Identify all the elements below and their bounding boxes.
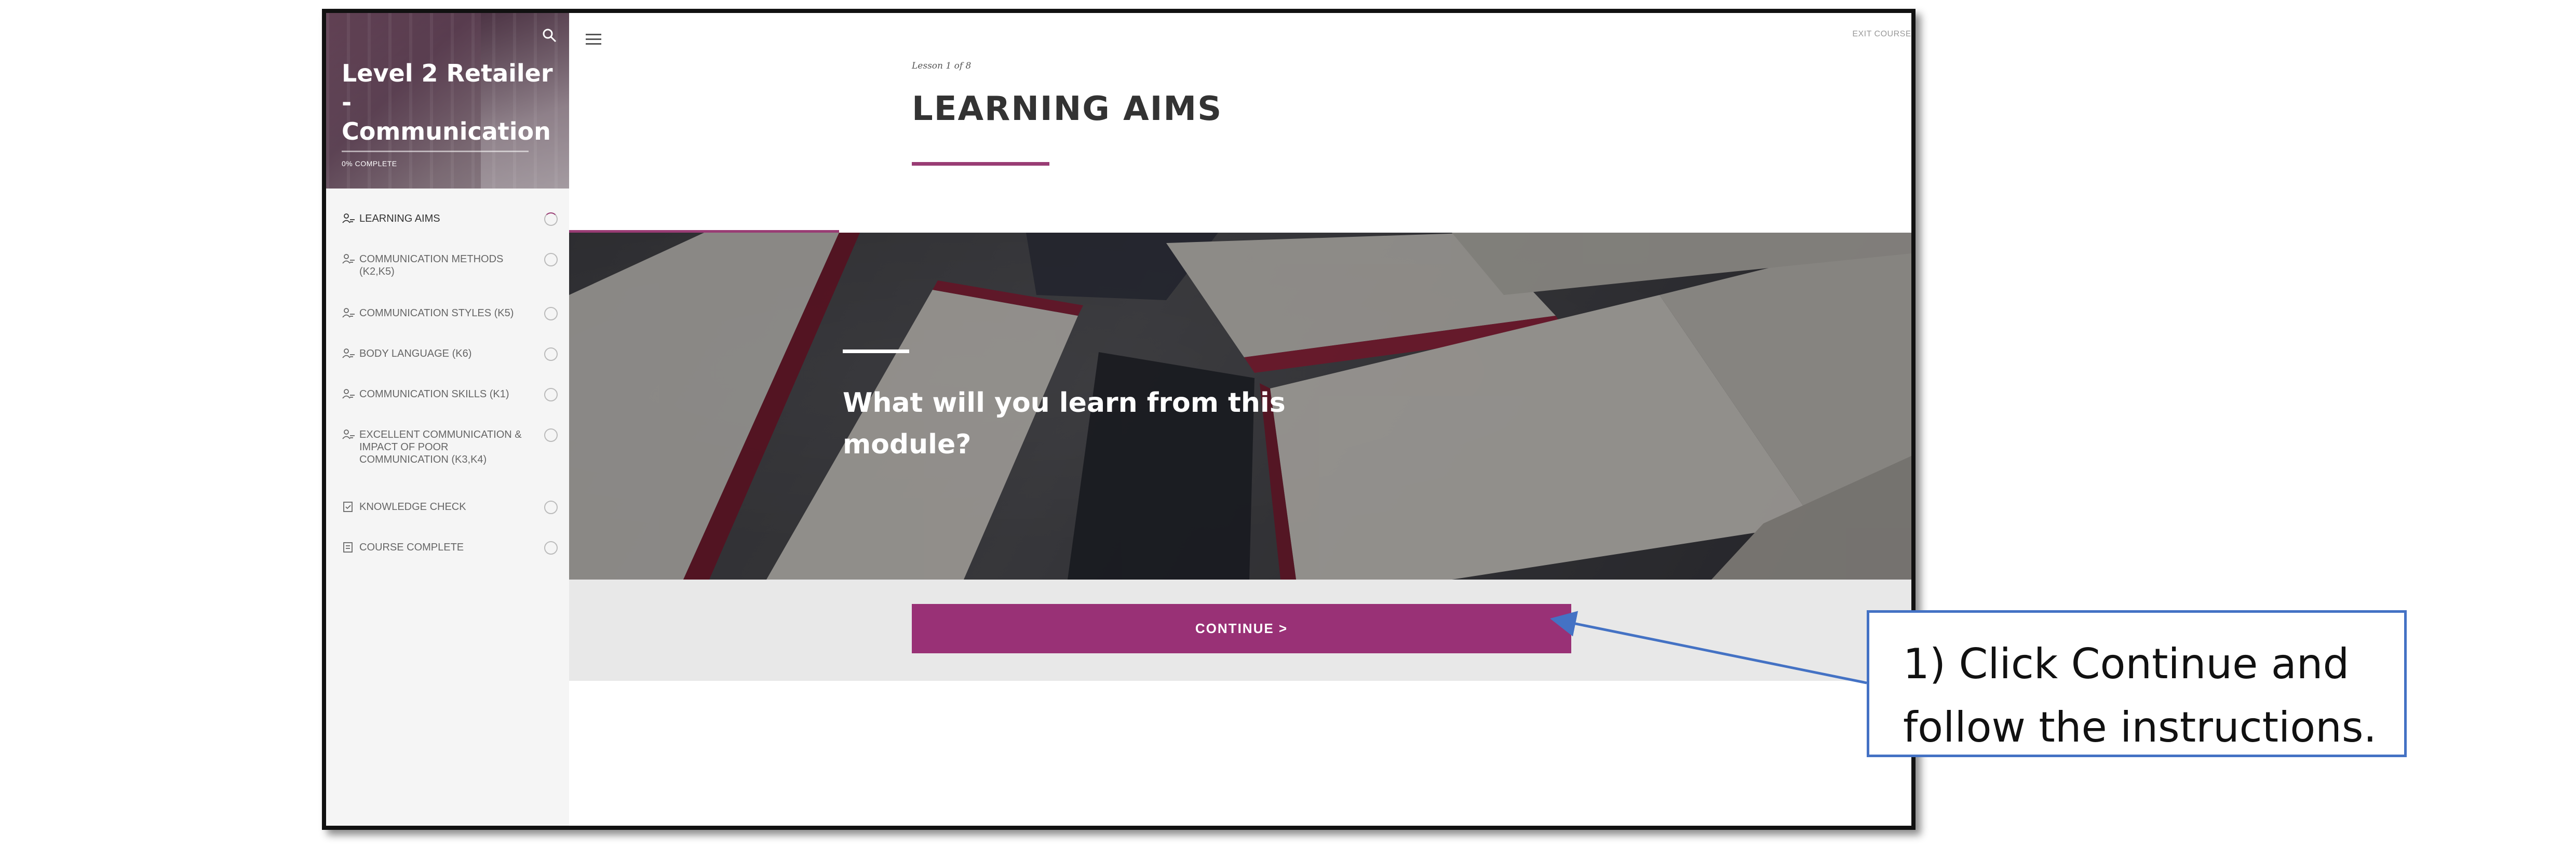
- instruction-callout: 1) Click Continue and follow the instruc…: [1867, 610, 2407, 757]
